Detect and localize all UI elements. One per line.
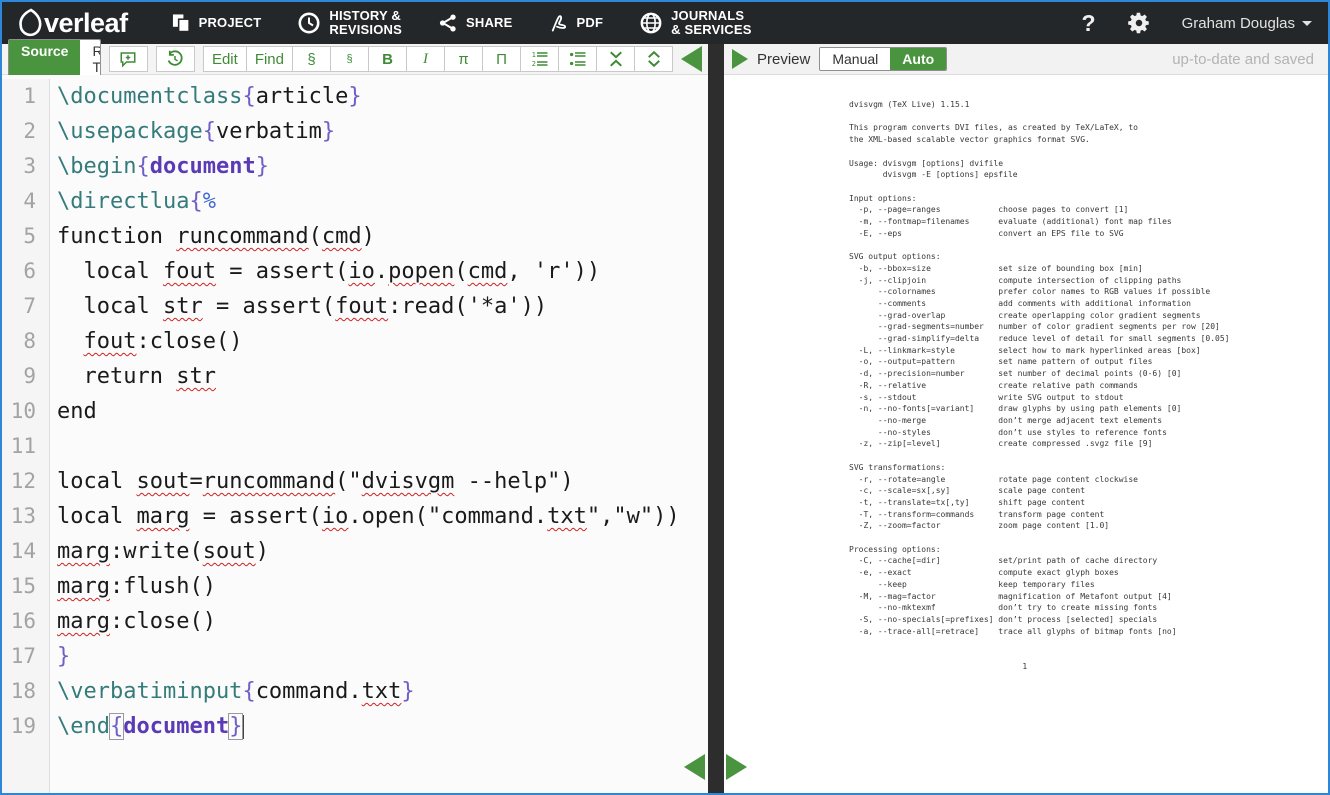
comment-plus-icon (119, 50, 137, 68)
expand-preview-arrow[interactable] (732, 49, 748, 69)
expand-icon (645, 50, 663, 68)
svg-text:1: 1 (531, 51, 535, 59)
manual-compile-toggle[interactable]: Manual (820, 48, 890, 70)
nav-history-label: HISTORY & REVISIONS (329, 9, 402, 36)
format-button-group: Edit Find § § B I π Π 1 2 (203, 46, 673, 72)
pdf-acrobat-icon (549, 12, 569, 34)
gear-icon[interactable] (1126, 10, 1152, 36)
code-line (57, 429, 680, 464)
mode-toggle: Source Rich Text (8, 39, 101, 79)
source-toggle[interactable]: Source (9, 40, 80, 78)
caret-down-icon (1302, 21, 1312, 26)
code-line: return str (57, 359, 680, 394)
inline-math-button[interactable]: π (444, 46, 483, 72)
italic-button[interactable]: I (406, 46, 445, 72)
nav-share[interactable]: SHARE (438, 13, 513, 33)
source-editor[interactable]: 12345678910111213141516171819 \documentc… (2, 75, 708, 793)
code-line: local marg = assert(io.open("command.txt… (57, 499, 680, 534)
bullet-list-button[interactable] (558, 46, 597, 72)
add-comment-button[interactable] (109, 46, 148, 72)
code-line: \directlua{% (57, 184, 680, 219)
code-line: end (57, 394, 680, 429)
overleaf-logo[interactable]: verleaf (18, 8, 128, 39)
expand-lines-button[interactable] (634, 46, 673, 72)
compile-mode-toggle: Manual Auto (819, 47, 947, 71)
code-line: local sout=runcommand("dvisvgm --help") (57, 464, 680, 499)
nav-journals-services[interactable]: JOURNALS & SERVICES (639, 9, 752, 36)
nav-history-revisions[interactable]: HISTORY & REVISIONS (297, 9, 402, 36)
code-line: marg:write(sout) (57, 534, 680, 569)
history-clock-icon (297, 11, 321, 35)
globe-icon (639, 11, 663, 35)
top-navbar: verleaf PROJECT HISTORY & REVISIONS (2, 2, 1328, 44)
code-line: function runcommand(cmd) (57, 219, 680, 254)
code-line: local str = assert(fout:read('*a')) (57, 289, 680, 324)
collapse-lines-button[interactable] (596, 46, 635, 72)
code-line: } (57, 639, 680, 674)
edit-button[interactable]: Edit (203, 46, 247, 72)
user-menu[interactable]: Graham Douglas (1182, 15, 1312, 32)
help-button[interactable]: ? (1082, 10, 1096, 37)
preview-toolbar: Preview Manual Auto up-to-date and saved (724, 44, 1328, 75)
pdf-viewer[interactable]: dvisvgm (TeX Live) 1.15.1 This program c… (724, 75, 1328, 793)
history-arrow-icon (166, 50, 184, 68)
bold-button[interactable]: B (368, 46, 407, 72)
bullet-list-icon (569, 50, 587, 68)
editor-pane: Source Rich Text (2, 44, 708, 793)
code-line: marg:close() (57, 604, 680, 639)
logo-text: verleaf (44, 8, 128, 39)
nav-share-label: SHARE (466, 16, 513, 30)
code-line: \begin{document} (57, 149, 680, 184)
nav-journals-label: JOURNALS & SERVICES (671, 9, 752, 36)
nav-pdf[interactable]: PDF (549, 12, 604, 34)
expand-preview-arrow-bottom[interactable] (726, 754, 747, 780)
subsection-button[interactable]: § (330, 46, 369, 72)
nav-pdf-label: PDF (577, 16, 604, 30)
share-icon (438, 13, 458, 33)
pdf-text: dvisvgm (TeX Live) 1.15.1 This program c… (849, 99, 1328, 672)
overleaf-leaf-icon (18, 8, 42, 38)
code-line: fout:close() (57, 324, 680, 359)
numbered-list-button[interactable]: 1 2 (520, 46, 559, 72)
pane-divider[interactable] (708, 44, 724, 793)
rich-text-toggle[interactable]: Rich Text (80, 40, 100, 78)
code-line: \usepackage{verbatim} (57, 114, 680, 149)
collapse-editor-arrow[interactable] (681, 46, 702, 72)
section-button[interactable]: § (292, 46, 331, 72)
collapse-icon (607, 50, 625, 68)
auto-compile-toggle[interactable]: Auto (890, 48, 946, 70)
editor-toolbar: Source Rich Text (2, 44, 708, 75)
project-icon (172, 13, 191, 33)
track-changes-button[interactable] (156, 46, 195, 72)
preview-pane: Preview Manual Auto up-to-date and saved… (724, 44, 1328, 793)
collapse-editor-arrow-bottom[interactable] (684, 754, 705, 780)
code-lines[interactable]: \documentclass{article}\usepackage{verba… (50, 79, 680, 793)
preview-label: Preview (757, 51, 810, 68)
compile-status: up-to-date and saved (1172, 51, 1320, 68)
nav-project-label: PROJECT (199, 16, 262, 30)
code-line: local fout = assert(io.popen(cmd, 'r')) (57, 254, 680, 289)
svg-text:2: 2 (531, 60, 535, 68)
find-button[interactable]: Find (246, 46, 293, 72)
user-name: Graham Douglas (1182, 15, 1295, 32)
code-line: \verbatiminput{command.txt} (57, 674, 680, 709)
code-line: \documentclass{article} (57, 79, 680, 114)
display-math-button[interactable]: Π (482, 46, 521, 72)
code-line: marg:flush() (57, 569, 680, 604)
code-line: \end{document} (57, 709, 680, 744)
gutter: 12345678910111213141516171819 (2, 79, 50, 793)
numbered-list-icon: 1 2 (531, 50, 549, 68)
nav-project[interactable]: PROJECT (172, 13, 262, 33)
